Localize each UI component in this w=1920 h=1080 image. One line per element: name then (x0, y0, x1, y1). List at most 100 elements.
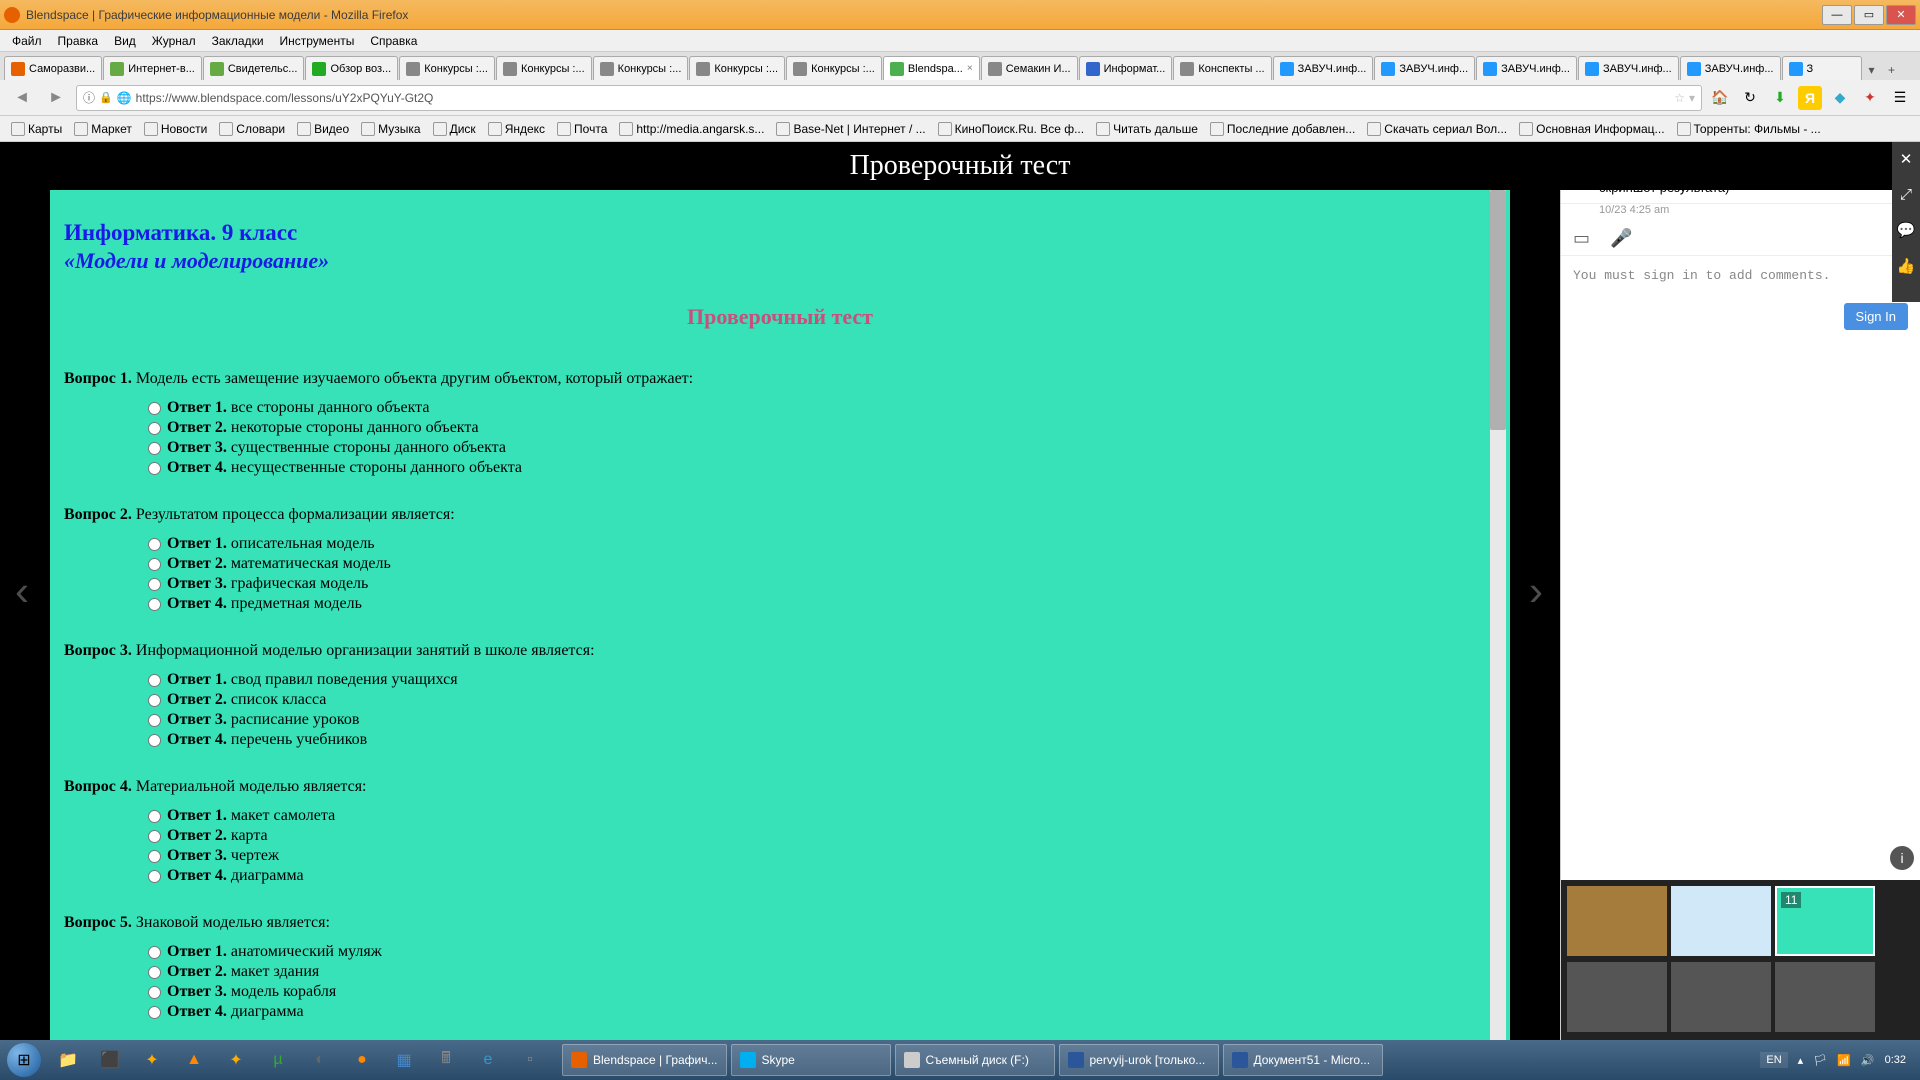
reload-icon[interactable]: ↻ (1738, 86, 1762, 110)
bookmark-item[interactable]: Карты (6, 122, 67, 136)
app-icon-6[interactable]: ▦ (384, 1044, 424, 1076)
menu-Инструменты[interactable]: Инструменты (272, 34, 363, 48)
answer-radio[interactable] (148, 946, 161, 959)
answer-radio[interactable] (148, 598, 161, 611)
bookmark-item[interactable]: Яндекс (483, 122, 550, 136)
comment-icon[interactable]: 💬 (1897, 221, 1916, 239)
task-button[interactable]: Blendspace | Графич... (562, 1044, 727, 1076)
answer-radio[interactable] (148, 462, 161, 475)
ie-icon[interactable]: e (468, 1044, 508, 1076)
bookmark-item[interactable]: Словари (214, 122, 290, 136)
thumb-12[interactable] (1567, 962, 1667, 1032)
answer-radio[interactable] (148, 714, 161, 727)
browser-tab[interactable]: Blendspa...× (883, 56, 980, 80)
tray-network-icon[interactable]: 📶 (1837, 1054, 1851, 1067)
answer-radio[interactable] (148, 1006, 161, 1019)
menu-Справка[interactable]: Справка (362, 34, 425, 48)
answer-radio[interactable] (148, 402, 161, 415)
task-button[interactable]: Съемный диск (F:) (895, 1044, 1055, 1076)
vertical-scrollbar[interactable] (1490, 190, 1506, 1040)
bookmark-item[interactable]: Base-Net | Интернет / ... (771, 122, 930, 136)
fullscreen-icon[interactable]: ⤢ (1900, 186, 1912, 203)
close-panel-icon[interactable]: ✕ (1900, 150, 1913, 168)
bookmark-item[interactable]: Читать дальше (1091, 122, 1203, 136)
language-indicator[interactable]: EN (1760, 1052, 1787, 1068)
tab-list-button[interactable]: ▾ (1863, 60, 1881, 80)
bookmark-item[interactable]: Последние добавлен... (1205, 122, 1360, 136)
bookmark-item[interactable]: Почта (552, 122, 612, 136)
bookmark-item[interactable]: Скачать сериал Вол... (1362, 122, 1512, 136)
tab-close-icon[interactable]: × (967, 63, 973, 74)
star-icon[interactable]: ☆ (1674, 91, 1685, 105)
browser-tab[interactable]: ЗАВУЧ.инф... (1578, 56, 1679, 80)
answer-radio[interactable] (148, 734, 161, 747)
menu-Журнал[interactable]: Журнал (144, 34, 204, 48)
answer-radio[interactable] (148, 578, 161, 591)
tray-flag-icon[interactable]: 🏳 (1813, 1054, 1827, 1067)
bookmark-item[interactable]: Музыка (356, 122, 425, 136)
app-icon-7[interactable]: ▫ (510, 1044, 550, 1076)
answer-radio[interactable] (148, 830, 161, 843)
answer-radio[interactable] (148, 966, 161, 979)
app-icon-5[interactable]: ● (342, 1044, 382, 1076)
thumb-14[interactable] (1775, 962, 1875, 1032)
comment-box[interactable]: You must sign in to add comments. (1561, 256, 1920, 295)
thumb-13[interactable] (1671, 962, 1771, 1032)
home-icon[interactable]: 🏠 (1708, 86, 1732, 110)
browser-tab[interactable]: ЗАВУЧ.инф... (1273, 56, 1374, 80)
thumb-10[interactable] (1671, 886, 1771, 956)
video-comment-icon[interactable]: ▭ (1573, 228, 1590, 249)
browser-tab[interactable]: Конкурсы :... (786, 56, 882, 80)
calc-icon[interactable]: 🖩 (426, 1044, 466, 1076)
bookmark-item[interactable]: Видео (292, 122, 354, 136)
tray-chevron-icon[interactable]: ▴ (1798, 1054, 1804, 1067)
menu-icon[interactable]: ☰ (1888, 86, 1912, 110)
answer-radio[interactable] (148, 870, 161, 883)
browser-tab[interactable]: ЗАВУЧ.инф... (1374, 56, 1475, 80)
start-button[interactable]: ⊞ (4, 1040, 44, 1080)
vlc-icon[interactable]: ▲ (174, 1044, 214, 1076)
browser-tab[interactable]: Семакин И... (981, 56, 1078, 80)
browser-tab[interactable]: Конспекты ... (1173, 56, 1271, 80)
bookmark-item[interactable]: Маркет (69, 122, 137, 136)
browser-tab[interactable]: Обзор воз... (305, 56, 398, 80)
menu-Файл[interactable]: Файл (4, 34, 50, 48)
browser-tab[interactable]: Конкурсы :... (689, 56, 785, 80)
browser-tab[interactable]: Конкурсы :... (399, 56, 495, 80)
prev-slide-button[interactable]: ‹ (2, 561, 42, 621)
audio-comment-icon[interactable]: 🎤 (1610, 228, 1632, 249)
browser-tab[interactable]: Конкурсы :... (593, 56, 689, 80)
answer-radio[interactable] (148, 442, 161, 455)
answer-radio[interactable] (148, 674, 161, 687)
browser-tab[interactable]: Свидетельс... (203, 56, 305, 80)
info-button[interactable]: i (1890, 846, 1914, 870)
download-icon[interactable]: ⬇ (1768, 86, 1792, 110)
menu-Закладки[interactable]: Закладки (204, 34, 272, 48)
bookmark-item[interactable]: Торренты: Фильмы - ... (1672, 122, 1826, 136)
maximize-button[interactable]: ▭ (1854, 5, 1884, 25)
task-button[interactable]: Skype (731, 1044, 891, 1076)
browser-tab[interactable]: ЗАВУЧ.инф... (1476, 56, 1577, 80)
browser-tab[interactable]: Конкурсы :... (496, 56, 592, 80)
bookmark-item[interactable]: http://media.angarsk.s... (614, 122, 769, 136)
answer-radio[interactable] (148, 538, 161, 551)
answer-radio[interactable] (148, 986, 161, 999)
thumb-11[interactable]: 11 (1775, 886, 1875, 956)
answer-radio[interactable] (148, 422, 161, 435)
new-tab-button[interactable]: + (1881, 60, 1903, 80)
minimize-button[interactable]: — (1822, 5, 1852, 25)
app-icon-4[interactable]: ◐ (300, 1044, 340, 1076)
menu-Вид[interactable]: Вид (106, 34, 144, 48)
app-icon-3[interactable]: ✦ (216, 1044, 256, 1076)
browser-tab[interactable]: ЗАВУЧ.инф... (1680, 56, 1781, 80)
back-button[interactable]: ◄ (8, 86, 36, 110)
bookmark-item[interactable]: Диск (428, 122, 481, 136)
clock[interactable]: 0:32 (1885, 1054, 1906, 1066)
answer-radio[interactable] (148, 694, 161, 707)
thumb-9[interactable] (1567, 886, 1667, 956)
forward-button[interactable]: ► (42, 86, 70, 110)
bookmark-item[interactable]: Основная Информац... (1514, 122, 1669, 136)
browser-tab[interactable]: Информат... (1079, 56, 1173, 80)
task-button[interactable]: pervyij-urok [только... (1059, 1044, 1219, 1076)
url-field[interactable]: ⓘ 🔒 🌐 https://www.blendspace.com/lessons… (76, 85, 1702, 111)
